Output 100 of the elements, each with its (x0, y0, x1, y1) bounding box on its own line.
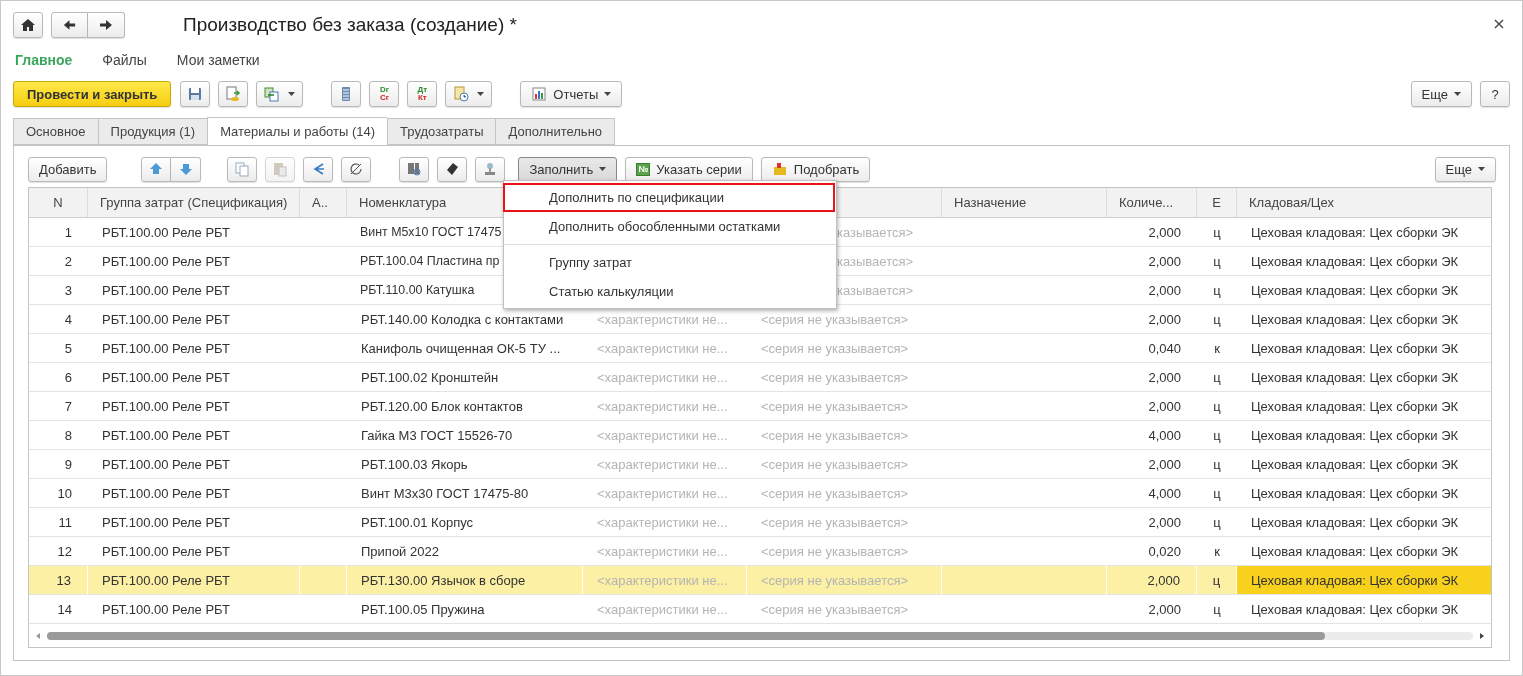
home-icon (20, 17, 36, 33)
table-cell-text: <характеристики не... (596, 426, 729, 445)
table-cell-text: 2,000 (1147, 310, 1182, 329)
column-header[interactable]: Назначение (942, 188, 1107, 217)
table-cell-text: <характеристики не... (596, 513, 729, 532)
table-cell-text: 6 (63, 368, 73, 387)
table-row[interactable]: 11 РБТ.100.00 Реле РБТ РБТ.100.01 Корпус <характеристики не... <серия не указывается> 2,000 ц Цеховая кладовая: Цех сборки ЭК (29, 508, 1491, 537)
column-header[interactable]: Количе... (1107, 188, 1197, 217)
table-cell-text: РБТ.100.00 Реле РБТ (101, 223, 231, 242)
print-button[interactable] (445, 81, 493, 107)
table-row[interactable]: 7 РБТ.100.00 Реле РБТ РБТ.120.00 Блок контактов <характеристики не... <серия не указывается> 2,000 ц Цеховая кладовая: Цех сборки ЭК (29, 392, 1491, 421)
caret-icon (477, 92, 485, 96)
tab[interactable]: Материалы и работы (14) (207, 117, 388, 146)
reports-button[interactable]: Отчеты (520, 81, 623, 107)
menu-item[interactable]: Статью калькуляции (503, 277, 835, 306)
column-header[interactable]: Группа затрат (Спецификация) (88, 188, 300, 217)
table-row[interactable]: 8 РБТ.100.00 Реле РБТ Гайка М3 ГОСТ 15526-70 <характеристики не... <серия не указывается> 4,000 ц Цеховая кладовая: Цех сборки ЭК (29, 421, 1491, 450)
menu-item[interactable]: Дополнить по спецификации (503, 183, 835, 212)
table-cell-text: 1 (63, 223, 73, 242)
table-cell-text: РБТ.100.01 Корпус (360, 513, 475, 532)
table-cell-text: ц (1212, 281, 1222, 300)
dt-kt-button[interactable]: Дт Кт (407, 81, 438, 107)
move-up-button[interactable] (141, 156, 172, 182)
table-cell: Винт М5х10 ГОСТ 17475 (360, 225, 502, 239)
structure-button[interactable] (331, 81, 362, 107)
table-cell-text: 4,000 (1147, 426, 1182, 445)
table-cell-text: РБТ.140.00 Колодка с контактами (360, 310, 565, 329)
table-cell-text: Цеховая кладовая: Цех сборки ЭК (1250, 426, 1460, 445)
post-and-close-button[interactable]: Провести и закрыть (13, 81, 172, 107)
forward-button[interactable] (88, 12, 125, 38)
move-down-button[interactable] (171, 156, 202, 182)
back-button[interactable] (51, 12, 88, 38)
copy-button[interactable] (227, 156, 258, 182)
table-row[interactable]: 5 РБТ.100.00 Реле РБТ Канифоль очищенная ОК-5 ТУ ... <характеристики не... <серия не указывается> 0,040 к Цеховая кладовая: Цех сборки ЭК (29, 334, 1491, 363)
table-cell: Цеховая кладовая: Цех сборки ЭК (1237, 566, 1491, 594)
documents-arrow-icon (264, 86, 281, 102)
fill-button[interactable]: Заполнить (518, 156, 618, 182)
barcode-button[interactable] (399, 156, 430, 182)
split-button[interactable] (341, 156, 372, 182)
scanner-button[interactable] (437, 156, 468, 182)
scroll-left-icon[interactable] (35, 632, 41, 640)
table-cell-text: 2,000 (1147, 397, 1182, 416)
table-cell-text: Канифоль очищенная ОК-5 ТУ ... (360, 339, 562, 358)
help-button[interactable]: ? (1480, 81, 1510, 107)
table-row[interactable]: 14 РБТ.100.00 Реле РБТ РБТ.100.05 Пружина <характеристики не... <серия не указывается> 2,000 ц Цеховая кладовая: Цех сборки ЭК (29, 595, 1491, 624)
chart-icon (531, 86, 548, 102)
table-cell-text: Цеховая кладовая: Цех сборки ЭК (1250, 339, 1460, 358)
table-cell-text: Цеховая кладовая: Цех сборки ЭК (1250, 397, 1460, 416)
table-cell-text: <серия не указывается> (760, 426, 910, 445)
copy-icon (234, 161, 251, 177)
table-row[interactable]: 13 РБТ.100.00 Реле РБТ РБТ.130.00 Язычок в сборе <характеристики не... <серия не указывается> 2,000 ц Цеховая кладовая: Цех сборки ЭК (29, 566, 1491, 595)
table-cell-text: Цеховая кладовая: Цех сборки ЭК (1250, 281, 1460, 300)
tab[interactable]: Дополнительно (495, 118, 616, 145)
table-cell-text: РБТ.100.00 Реле РБТ (101, 600, 231, 619)
column-header[interactable]: А.. (300, 188, 347, 217)
table-cell-text: Цеховая кладовая: Цех сборки ЭК (1250, 252, 1460, 271)
nav-link[interactable]: Мои заметки (176, 52, 260, 68)
table-row[interactable]: 10 РБТ.100.00 Реле РБТ Винт М3х30 ГОСТ 17475-80 <характеристики не... <серия не указывается> 4,000 ц Цеховая кладовая: Цех сборки ЭК (29, 479, 1491, 508)
nav-link[interactable]: Файлы (102, 52, 147, 68)
scroll-right-icon[interactable] (1479, 632, 1485, 640)
home-button[interactable] (13, 12, 43, 38)
caret-icon (599, 167, 607, 171)
table-cell-text: 2,000 (1147, 600, 1182, 619)
arrow-up-icon (148, 161, 165, 177)
specify-series-button[interactable]: № Указать серии (625, 156, 753, 182)
table-row[interactable]: 6 РБТ.100.00 Реле РБТ РБТ.100.02 Кронштейн <характеристики не... <серия не указывается> 2,000 ц Цеховая кладовая: Цех сборки ЭК (29, 363, 1491, 392)
column-header[interactable]: Е (1197, 188, 1237, 217)
more-button[interactable]: Еще (1434, 156, 1496, 182)
table-cell-text: Припой 2022 (360, 542, 440, 561)
more-button[interactable]: Еще (1410, 81, 1472, 107)
menu-item[interactable]: Группу затрат (503, 248, 835, 277)
add-button[interactable]: Добавить (28, 156, 108, 182)
tab[interactable]: Продукция (1) (97, 118, 208, 145)
post-button[interactable] (218, 81, 249, 107)
dr-cr-button[interactable]: Dr Cr (369, 81, 400, 107)
document-clock-icon (453, 86, 470, 102)
tab[interactable]: Основное (13, 118, 98, 145)
branch-button[interactable] (303, 156, 334, 182)
table-cell-text: РБТ.100.00 Реле РБТ (101, 397, 231, 416)
table-cell-text: Гайка М3 ГОСТ 15526-70 (360, 426, 514, 445)
table-cell-text: <серия не указывается> (760, 339, 910, 358)
pick-button[interactable]: Подобрать (760, 156, 871, 182)
column-header[interactable]: Кладовая/Цех (1237, 188, 1491, 217)
table-cell-text: <характеристики не... (596, 397, 729, 416)
table-row[interactable]: 9 РБТ.100.00 Реле РБТ РБТ.100.03 Якорь <характеристики не... <серия не указывается> 2,000 ц Цеховая кладовая: Цех сборки ЭК (29, 450, 1491, 479)
save-button[interactable] (180, 81, 211, 107)
table-cell-text: 2,000 (1147, 252, 1182, 271)
table-cell: казывается> (837, 282, 914, 298)
table-cell-text: <серия не указывается> (760, 484, 910, 503)
clipboard-icon (272, 161, 289, 177)
table-cell-text: <характеристики не... (596, 455, 729, 474)
floppy-icon (187, 86, 204, 102)
column-header[interactable]: N (29, 188, 88, 217)
table-cell-text: РБТ.100.00 Реле РБТ (101, 455, 231, 474)
stamp-button[interactable] (475, 156, 506, 182)
table-cell-text: Винт М3х30 ГОСТ 17475-80 (360, 484, 530, 503)
tab[interactable]: Трудозатраты (387, 118, 496, 145)
table-cell-text: ц (1212, 484, 1222, 503)
table-cell-text: 2,000 (1147, 368, 1182, 387)
create-based-button[interactable] (256, 81, 304, 107)
